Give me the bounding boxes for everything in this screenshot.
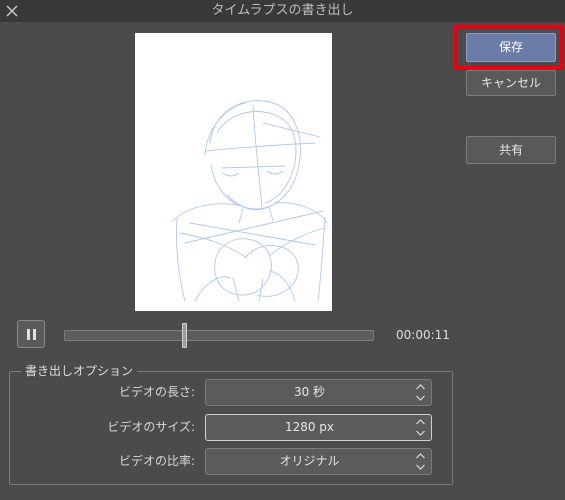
stepper-chevrons[interactable] [415,417,426,438]
timelapse-preview [135,33,332,311]
chevron-down-icon [416,464,425,470]
chevron-down-icon [416,430,425,436]
video-ratio-value: オリジナル [279,454,340,468]
video-ratio-label: ビデオの比率: [118,454,195,468]
video-size-value: 1280 px [284,420,335,434]
seek-thumb[interactable] [182,323,188,348]
dialog-title: タイムラプスの書き出し [211,3,354,18]
chevron-up-icon [416,453,425,459]
share-button[interactable]: 共有 [466,136,556,164]
sketch-strokes [172,100,328,302]
video-length-label: ビデオの長さ: [118,385,195,399]
chevron-down-icon [416,395,425,401]
chevron-up-icon [416,419,425,425]
video-length-value: 30 秒 [293,385,326,399]
stepper-chevrons[interactable] [415,451,426,472]
preview-sketch [172,100,328,302]
stepper-chevrons[interactable] [415,382,426,403]
video-ratio-stepper[interactable]: オリジナル [205,448,432,475]
seek-track[interactable] [64,330,374,341]
export-options-legend: 書き出しオプション [21,364,138,378]
video-length-stepper[interactable]: 30 秒 [205,379,432,406]
highlight-box [454,25,564,70]
close-icon[interactable] [5,4,19,18]
video-size-label: ビデオのサイズ: [107,420,195,434]
video-size-stepper[interactable]: 1280 px [205,414,432,441]
seek-slider[interactable] [64,323,374,348]
chevron-up-icon [416,384,425,390]
playback-time: 00:00:11 [396,328,450,342]
pause-button[interactable] [17,320,45,348]
cancel-button[interactable]: キャンセル [466,70,556,96]
